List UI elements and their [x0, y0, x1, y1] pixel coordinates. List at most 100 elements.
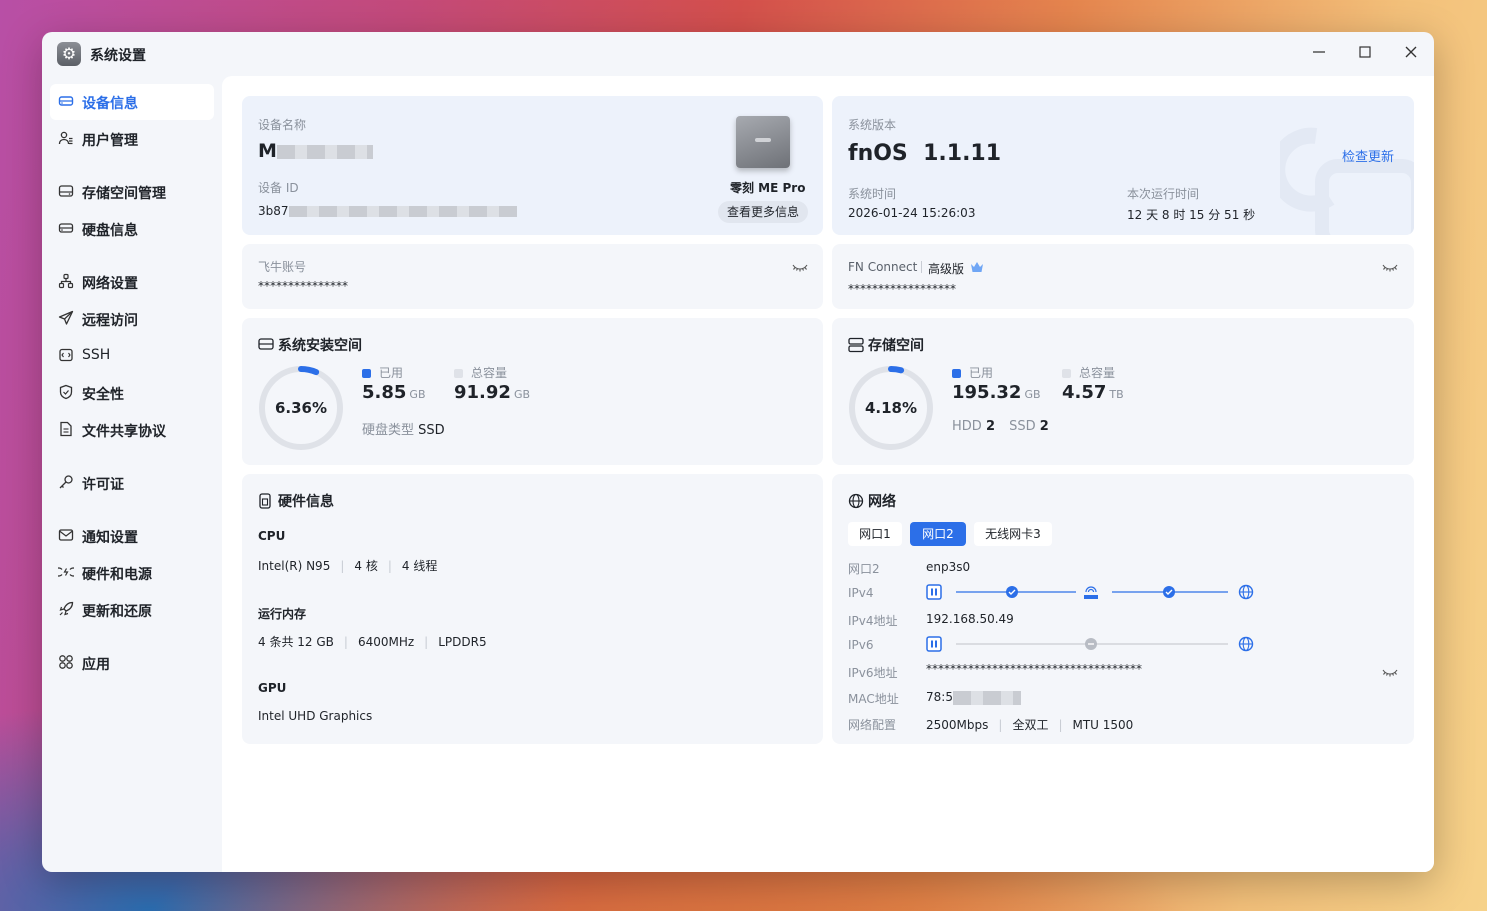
total-legend-dot [1062, 369, 1071, 378]
maximize-button[interactable] [1351, 40, 1379, 68]
close-icon [1405, 46, 1417, 58]
settings-window: ⚙ 系统设置 设备信息 用户管理 存储空间管理 硬盘信息 网络设置 远程访问 S… [42, 32, 1434, 872]
close-button[interactable] [1397, 40, 1425, 68]
sidebar-item-device-info[interactable]: 设备信息 [50, 84, 214, 120]
tab-port-1[interactable]: 网口1 [848, 522, 902, 546]
mac-address-value: 78:5 [926, 690, 1021, 705]
mail-icon [58, 529, 74, 541]
globe-icon [848, 493, 864, 509]
mac-address-label: MAC地址 [848, 692, 899, 706]
tab-wireless-3[interactable]: 无线网卡3 [974, 522, 1052, 546]
shield-icon [59, 384, 73, 400]
gpu-label: GPU [258, 681, 287, 695]
total-legend: 总容量 [454, 364, 507, 381]
used-legend-dot [362, 369, 371, 378]
sidebar-item-label: 更新和还原 [82, 604, 152, 620]
more-info-button[interactable]: 查看更多信息 [718, 201, 808, 223]
total-value: 4.57 TB [1062, 382, 1124, 403]
network-card: 网络 网口1 网口2 无线网卡3 网口2 enp3s0 IPv4 IPv4地址 … [832, 474, 1414, 744]
uptime-value: 12 天 8 时 15 分 51 秒 [1127, 208, 1256, 222]
tab-port-2[interactable]: 网口2 [910, 522, 966, 546]
system-time-value: 2026-01-24 15:26:03 [848, 206, 976, 220]
masked-mac [952, 690, 1021, 705]
eye-closed-icon[interactable] [1382, 668, 1398, 678]
port-value: enp3s0 [926, 560, 971, 574]
account-label: 飞牛账号 [258, 260, 307, 274]
disk-type: 硬盘类型 SSD [362, 423, 445, 438]
sidebar-item-disk[interactable]: 硬盘信息 [50, 211, 214, 247]
cpu-details: Intel(R) N95 | 4 核 | 4 线程 [258, 559, 438, 573]
terminal-icon [59, 348, 73, 362]
storage-percent: 4.18% [864, 399, 918, 417]
sidebar-item-label: 通知设置 [82, 530, 138, 546]
title-bar: ⚙ 系统设置 [42, 32, 1434, 76]
storage-card: 存储空间 4.18% 已用 195.32 GB 总容量 4.57 TB HDD 2 … [832, 318, 1414, 465]
version-label: 系统版本 [848, 118, 897, 132]
ipv6-label: IPv6 [848, 638, 874, 652]
hardware-card: 硬件信息 CPU Intel(R) N95 | 4 核 | 4 线程 运行内存 4 条共… [242, 474, 823, 744]
masked-device-id [288, 206, 517, 217]
ipv6-connection-diagram [926, 636, 1254, 652]
uptime-label: 本次运行时间 [1127, 187, 1200, 201]
device-model: 零刻 ME Pro [730, 181, 806, 195]
gear-icon: ⚙ [57, 42, 81, 66]
gpu-model: Intel UHD Graphics [258, 709, 373, 723]
device-name-label: 设备名称 [258, 118, 307, 132]
sidebar-item-ssh[interactable]: SSH [50, 338, 214, 374]
apps-icon [59, 655, 73, 669]
sidebar-item-update-restore[interactable]: 更新和还原 [50, 592, 214, 628]
memory-label: 运行内存 [258, 607, 307, 621]
rocket-icon [59, 601, 74, 616]
ipv6-address-label: IPv6地址 [848, 666, 898, 680]
sidebar-item-file-sharing[interactable]: 文件共享协议 [50, 412, 214, 448]
sidebar-item-hardware-power[interactable]: 硬件和电源 [50, 555, 214, 591]
sidebar-item-label: 存储空间管理 [82, 186, 166, 202]
disk-icon [58, 223, 74, 233]
check-update-link[interactable]: 检查更新 [1342, 146, 1394, 165]
sidebar-item-notifications[interactable]: 通知设置 [50, 518, 214, 554]
storage-icon [58, 185, 74, 197]
device-icon [58, 96, 74, 106]
port-label: 网口2 [848, 562, 880, 576]
minimize-button[interactable] [1305, 40, 1333, 68]
sidebar-item-label: 安全性 [82, 387, 124, 403]
sidebar-item-network[interactable]: 网络设置 [50, 264, 214, 300]
sidebar-item-remote-access[interactable]: 远程访问 [50, 301, 214, 337]
file-icon [60, 421, 72, 437]
disk-icon [258, 338, 274, 350]
memory-details: 4 条共 12 GB | 6400MHz | LPDDR5 [258, 635, 487, 649]
sidebar-item-security[interactable]: 安全性 [50, 375, 214, 411]
device-id-value: 3b87 [258, 204, 517, 218]
fn-connect-label: FN Connect [848, 260, 918, 274]
used-legend: 已用 [362, 364, 403, 381]
network-icon [58, 273, 74, 289]
minimize-icon [1313, 51, 1325, 53]
device-name-value: M [258, 140, 373, 162]
fn-watermark-icon [1280, 127, 1414, 235]
system-space-card: 系统安装空间 6.36% 已用 5.85 GB 总容量 91.92 GB 硬盘类型 … [242, 318, 823, 465]
sidebar-item-apps[interactable]: 应用 [50, 645, 214, 681]
system-card: 系统版本 fnOS 1.1.11 检查更新 系统时间 2026-01-24 15… [832, 96, 1414, 235]
main-content: 设备名称 M 设备 ID 3b87 零刻 ME Pro 查看更多信息 系统版本 … [222, 76, 1434, 872]
used-value: 195.32 GB [952, 382, 1041, 403]
storage-title: 存储空间 [868, 338, 924, 354]
disk-counts: HDD 2 SSD 2 [952, 419, 1049, 434]
eye-closed-icon[interactable] [792, 263, 808, 273]
sidebar-item-label: 硬盘信息 [82, 223, 138, 239]
sidebar-item-storage[interactable]: 存储空间管理 [50, 174, 214, 210]
device-logo [755, 138, 771, 142]
eye-closed-icon[interactable] [1382, 263, 1398, 273]
sidebar-item-license[interactable]: 许可证 [50, 465, 214, 501]
window-title: 系统设置 [90, 48, 146, 64]
sidebar-item-label: 文件共享协议 [82, 424, 166, 440]
sidebar-item-users[interactable]: 用户管理 [50, 121, 214, 157]
sidebar-item-label: 设备信息 [82, 96, 138, 112]
ipv6-address-value: ************************************ [926, 662, 1142, 676]
hardware-title: 硬件信息 [278, 494, 334, 510]
account-card: 飞牛账号 *************** [242, 244, 823, 309]
divider [921, 261, 922, 273]
storage-icon [848, 337, 864, 353]
network-config-label: 网络配置 [848, 718, 897, 732]
maximize-icon [1359, 46, 1371, 58]
network-title: 网络 [868, 494, 896, 510]
